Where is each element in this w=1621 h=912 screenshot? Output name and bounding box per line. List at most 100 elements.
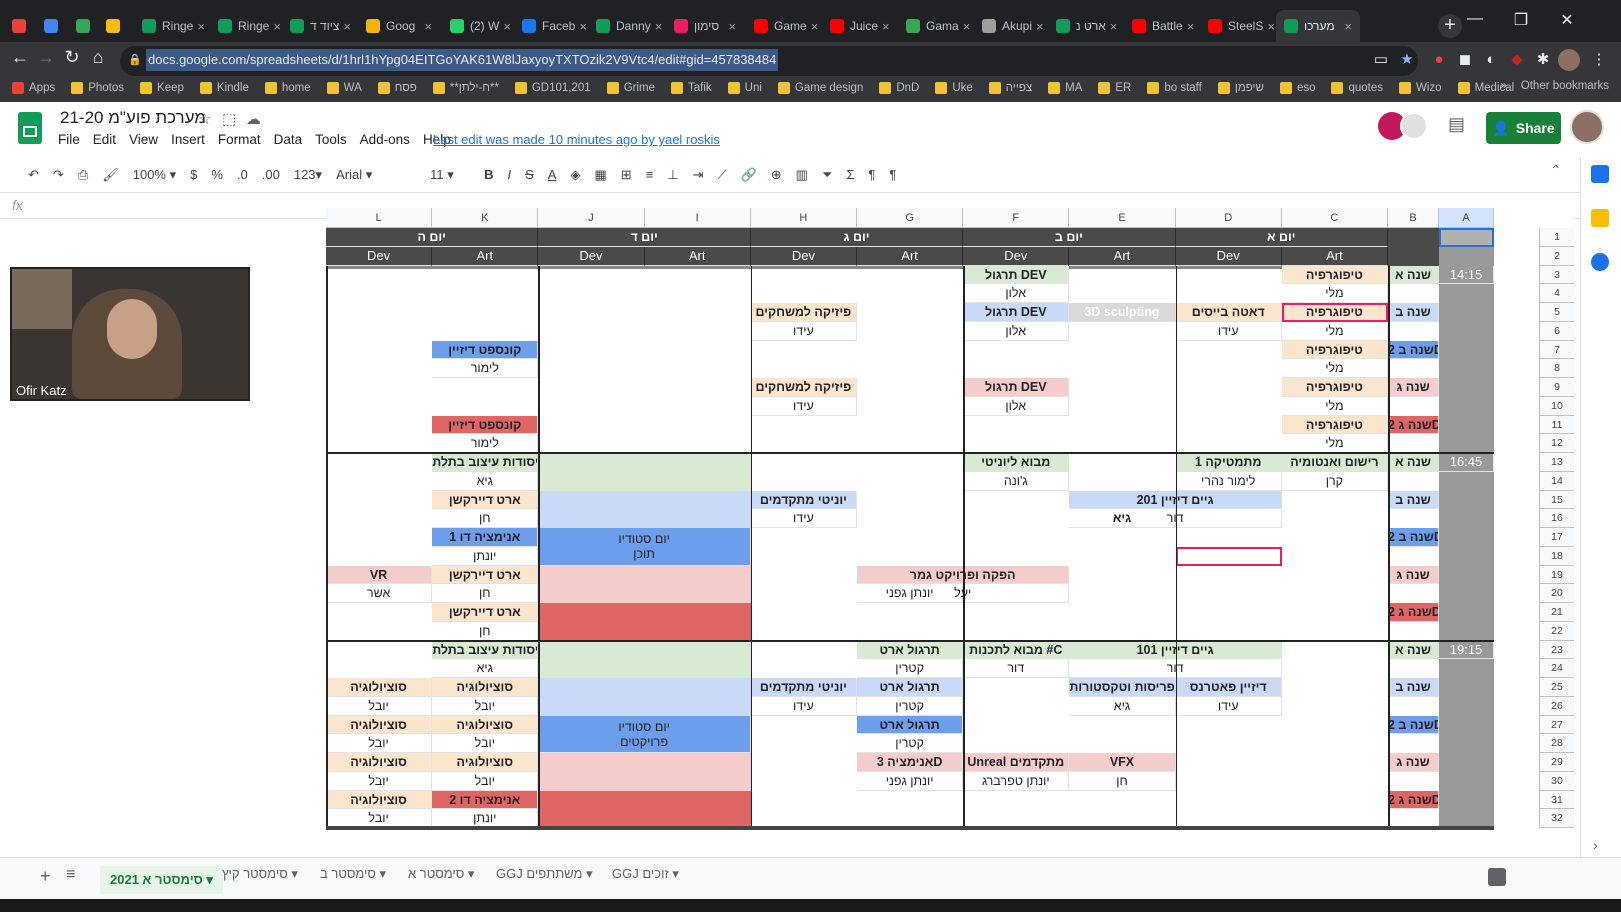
minimize-icon[interactable]: —	[1452, 10, 1498, 28]
schedule-cell[interactable]: פריסות וטקסטורות	[1069, 678, 1176, 697]
row-header[interactable]: 1	[1539, 228, 1574, 247]
vertical-align-icon[interactable]: ⊥	[667, 167, 678, 183]
row-header[interactable]: 29	[1539, 753, 1574, 772]
bookmark-item[interactable]: home	[264, 82, 311, 94]
schedule-cell[interactable]: דאטה בייסים	[1175, 303, 1282, 322]
browser-menu-icon[interactable]: ⋮	[1588, 49, 1610, 71]
extensions-puzzle-icon[interactable]: ✱	[1532, 49, 1554, 71]
bookmark-item[interactable]: Grime	[606, 82, 655, 94]
row-header[interactable]: 4	[1539, 284, 1574, 303]
schedule-cell[interactable]: יובל	[326, 734, 433, 753]
bookmark-item[interactable]: צפייה	[988, 82, 1032, 94]
column-header[interactable]: H	[750, 208, 857, 228]
last-edit-link[interactable]: Last edit was made 10 minutes ago by yae…	[433, 132, 720, 147]
row-header[interactable]: 8	[1539, 359, 1574, 378]
sheet-tab-menu-icon[interactable]: ▾	[376, 866, 387, 881]
bold-button[interactable]: B	[484, 167, 493, 182]
bookmark-item[interactable]: **ח-ילתן**	[432, 82, 499, 94]
column-header[interactable]: K	[432, 208, 539, 228]
row-header[interactable]: 18	[1539, 546, 1574, 566]
profile-avatar[interactable]	[1558, 49, 1580, 71]
row-header[interactable]: 19	[1539, 565, 1574, 585]
bookmark-item[interactable]: Wizo	[1399, 82, 1442, 94]
schedule-cell[interactable]: עידו	[750, 509, 857, 528]
more-formats-select[interactable]: 123▾	[294, 167, 322, 183]
sheet-tab-menu-icon[interactable]: ▾	[464, 866, 475, 881]
schedule-cell[interactable]: טיפוגרפיה	[1281, 340, 1388, 360]
schedule-cell[interactable]: אלון	[963, 284, 1070, 303]
schedule-cell[interactable]: עידו	[750, 396, 857, 416]
extension-icon[interactable]: ◐	[1480, 49, 1502, 71]
schedule-cell[interactable]: מלי	[1281, 321, 1388, 341]
schedule-cell[interactable]: תרגול DEV	[963, 303, 1070, 322]
menu-tools[interactable]: Tools	[315, 132, 347, 147]
schedule-cell[interactable]: תרגול DEV	[963, 265, 1070, 285]
schedule-cell[interactable]: יובל	[432, 734, 539, 753]
day-header[interactable]: יום ד	[538, 228, 751, 247]
year-label-cell[interactable]: שנה ב 2D	[1388, 715, 1439, 735]
time-slot-label[interactable]: 16:45	[1439, 453, 1494, 472]
schedule-cell[interactable]: סוציולוגיה	[326, 678, 433, 697]
browser-tab[interactable]: SteelS ×	[1200, 10, 1274, 42]
bookmark-item[interactable]: eso	[1279, 82, 1315, 94]
row-header[interactable]: 32	[1539, 809, 1574, 828]
selected-cell[interactable]	[1439, 228, 1494, 247]
schedule-cell[interactable]: מבוא לתכנות #C	[963, 640, 1070, 660]
comment-icon[interactable]: ⊕	[771, 167, 782, 183]
bookmark-item[interactable]: Apps	[12, 82, 55, 94]
comments-icon[interactable]: ▤	[1448, 114, 1465, 135]
year-label-cell[interactable]: שנה ג 2D	[1388, 790, 1439, 810]
sheet-tab-menu-icon[interactable]: ▾	[288, 866, 298, 881]
schedule-cell[interactable]: יובל	[432, 771, 539, 791]
schedule-cell[interactable]: סוציולוגיה	[432, 715, 539, 735]
day-header[interactable]: יום ה	[326, 228, 539, 247]
schedule-cell[interactable]: קטרין	[857, 659, 964, 678]
move-folder-icon[interactable]: ⬚	[222, 110, 236, 128]
schedule-cell[interactable]: עידו	[1175, 321, 1282, 341]
column-header[interactable]: L	[326, 208, 433, 228]
lock-icon[interactable]: 🔒	[124, 49, 146, 71]
schedule-cell[interactable]: סוציולוגיה	[326, 715, 433, 735]
schedule-cell[interactable]: קונספט דיזיין	[432, 415, 539, 435]
percent-format-button[interactable]: %	[211, 167, 223, 182]
decrease-decimal-button[interactable]: .0	[237, 167, 248, 182]
row-header[interactable]: 20	[1539, 584, 1574, 603]
schedule-cell[interactable]: ארט דיירקשן	[432, 565, 539, 585]
row-header[interactable]: 16	[1539, 509, 1574, 528]
calendar-icon[interactable]	[1591, 165, 1609, 183]
schedule-cell[interactable]: יובל	[432, 696, 539, 716]
schedule-cell[interactable]: עידו	[750, 321, 857, 341]
row-header[interactable]: 24	[1539, 659, 1574, 678]
column-header[interactable]: E	[1069, 208, 1176, 228]
schedule-cell[interactable]: עידו	[750, 696, 857, 716]
row-header[interactable]: 28	[1539, 734, 1574, 753]
row-header[interactable]: 3	[1539, 265, 1574, 285]
row-header[interactable]: 21	[1539, 603, 1574, 622]
schedule-cell[interactable]: ארט דיירקשן	[432, 603, 539, 622]
schedule-cell[interactable]: טיפוגרפיה	[1281, 415, 1388, 435]
browser-tab[interactable]	[4, 10, 34, 42]
account-avatar[interactable]	[1570, 110, 1604, 144]
bookmark-item[interactable]: Tafik	[671, 82, 712, 94]
day-header[interactable]: יום ב	[963, 228, 1176, 247]
year-label-cell[interactable]: שנה ב	[1388, 678, 1439, 697]
row-header[interactable]: 5	[1539, 303, 1574, 322]
bookmark-item[interactable]: Photos	[71, 82, 124, 94]
track-header[interactable]: Dev	[750, 246, 857, 266]
schedule-cell[interactable]: סוציולוגיה	[432, 753, 539, 772]
sheet-tab-menu-icon[interactable]: ▾	[203, 872, 213, 887]
schedule-cell[interactable]: מלי	[1281, 396, 1388, 416]
track-header[interactable]: Dev	[963, 246, 1070, 266]
schedule-cell[interactable]: Unreal מתקדמים	[963, 753, 1070, 772]
bookmark-item[interactable]: Uke	[935, 82, 973, 94]
column-header[interactable]: J	[538, 208, 645, 228]
row-header[interactable]: 7	[1539, 340, 1574, 360]
schedule-cell[interactable]: עידו	[1175, 696, 1282, 716]
schedule-cell[interactable]: חן	[432, 509, 539, 528]
star-icon[interactable]: ☆	[198, 110, 211, 128]
add-sheet-icon[interactable]: +	[40, 866, 51, 887]
schedule-cell[interactable]: סוציולוגיה	[326, 753, 433, 772]
browser-tab[interactable]: סימון ×	[666, 10, 744, 42]
tab-close-icon[interactable]: ×	[575, 19, 586, 34]
browser-tab[interactable]: מערכו ×	[1276, 10, 1360, 42]
